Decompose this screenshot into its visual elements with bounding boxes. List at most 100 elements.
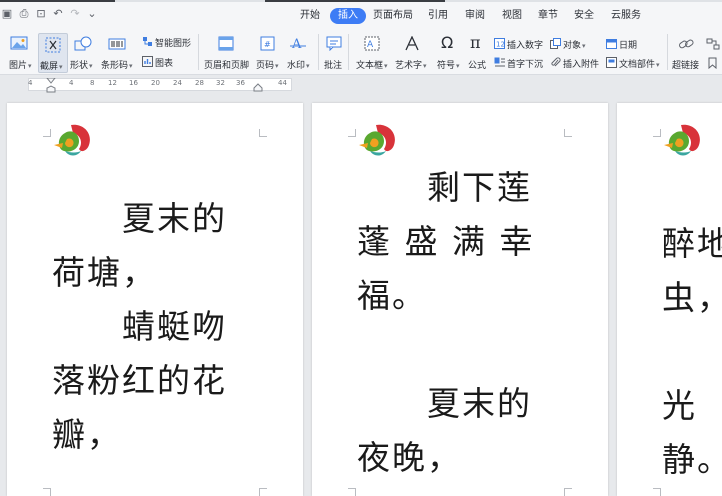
- print-icon[interactable]: ⎙: [17, 7, 31, 21]
- crop-mark-icon: [653, 488, 661, 496]
- wordart-icon: [405, 36, 419, 51]
- tab-security[interactable]: 安全: [574, 8, 594, 24]
- poem-line: 蓬 盛 满 幸: [357, 222, 535, 261]
- textbox-label: 文本框: [356, 61, 384, 71]
- poem-text-page-1[interactable]: 夏末的 荷塘， 蜻蜓吻 落粉红的花 瓣，: [52, 192, 227, 462]
- page-number-icon: #: [260, 36, 275, 51]
- document-page-1[interactable]: 夏末的 荷塘， 蜻蜓吻 落粉红的花 瓣，: [7, 103, 303, 496]
- crop-mark-icon: [259, 129, 267, 137]
- comment-icon: [326, 36, 342, 51]
- tab-insert[interactable]: 插入: [330, 8, 366, 24]
- crop-mark-icon: [43, 488, 51, 496]
- ruler-number: 8: [90, 79, 95, 87]
- tab-cloud-service[interactable]: 云服务: [611, 8, 641, 24]
- ribbon-divider: [348, 34, 349, 70]
- insert-number-label: 插入数字: [507, 41, 544, 51]
- ruler-number: 12: [108, 79, 117, 87]
- tab-view[interactable]: 视图: [502, 8, 522, 24]
- scissors-icon: [45, 37, 61, 53]
- crop-mark-icon: [653, 129, 661, 137]
- object-icon: [550, 38, 561, 49]
- poem-line: 夜晚，: [357, 438, 462, 477]
- header-footer-label: 页眉和页脚: [204, 61, 250, 71]
- bird-logo-icon: [664, 124, 700, 156]
- tab-home[interactable]: 开始: [300, 8, 320, 24]
- crop-mark-icon: [564, 488, 572, 496]
- tab-references[interactable]: 引用: [428, 8, 448, 24]
- poem-line: 夏末的: [52, 199, 227, 238]
- poem-line: 静。: [662, 440, 722, 479]
- page-number-label: 页码: [256, 61, 275, 71]
- calendar-icon: [606, 39, 617, 49]
- quick-access-more-icon[interactable]: ⌄: [85, 7, 99, 21]
- svg-text:12: 12: [496, 41, 505, 49]
- smart-shape-icon: [143, 37, 152, 46]
- crop-mark-icon: [564, 129, 572, 137]
- ruler-number: 4: [28, 79, 33, 87]
- bookmark-icon: [708, 57, 717, 69]
- document-page-3[interactable]: 醉地 虫， 光 静。: [617, 103, 722, 496]
- svg-text:#: #: [264, 40, 271, 49]
- dropcap-icon: [494, 57, 505, 67]
- tab-page-layout[interactable]: 页面布局: [373, 8, 413, 24]
- right-indent-marker-icon[interactable]: [252, 83, 264, 92]
- picture-icon: [10, 36, 28, 50]
- insert-number-icon: 12: [494, 38, 505, 49]
- poem-line: 福。: [357, 276, 427, 315]
- ribbon-divider: [667, 34, 668, 70]
- svg-text:A: A: [291, 37, 302, 51]
- formula-label: 公式: [468, 61, 487, 71]
- tab-review[interactable]: 审阅: [465, 8, 485, 24]
- symbol-label: 符号: [437, 61, 456, 71]
- poem-text-page-3[interactable]: 醉地 虫， 光 静。: [662, 217, 722, 487]
- ruler-number: 24: [173, 79, 182, 87]
- poem-text-page-2[interactable]: 剩下莲 蓬 盛 满 幸 福。 夏末的 夜晚，: [357, 161, 534, 485]
- indent-marker-icon[interactable]: [44, 78, 58, 93]
- crop-mark-icon: [348, 129, 356, 137]
- poem-line: 醉地: [662, 224, 722, 263]
- wordart-label: 艺术字: [395, 61, 423, 71]
- ribbon-divider: [318, 34, 319, 70]
- undo-icon[interactable]: ↶: [51, 7, 65, 21]
- svg-text:A: A: [367, 40, 374, 50]
- ruler-number: 44: [278, 79, 287, 87]
- barcode-label: 条形码: [101, 61, 129, 71]
- ruler-number: 20: [151, 79, 160, 87]
- shape-icon: [74, 36, 92, 51]
- watermark-label: 水印: [287, 61, 306, 71]
- barcode-icon: [108, 38, 126, 50]
- screenshot-button[interactable]: 截屏▾: [38, 33, 68, 73]
- document-page-2[interactable]: 剩下莲 蓬 盛 满 幸 福。 夏末的 夜晚，: [312, 103, 608, 496]
- print-preview-icon[interactable]: ⊡: [34, 7, 48, 21]
- save-icon[interactable]: ▣: [0, 7, 14, 21]
- dropcap-label: 首字下沉: [507, 60, 544, 70]
- ruler-number: 28: [195, 79, 204, 87]
- poem-line: 瓣，: [52, 415, 122, 454]
- menu-tab-bar: ▣ ⎙ ⊡ ↶ ↷ ⌄ 开始 插入 页面布局 引用 审阅 视图 章节 安全 云服…: [0, 2, 722, 30]
- bird-logo-icon: [54, 124, 90, 156]
- ruler-number: 16: [129, 79, 138, 87]
- poem-line: 剩下莲: [357, 168, 532, 207]
- hyperlink-label: 超链接: [672, 61, 700, 71]
- omega-icon: Ω: [441, 33, 454, 52]
- attachment-label: 插入附件: [563, 60, 600, 70]
- watermark-icon: A: [290, 37, 306, 51]
- crop-mark-icon: [259, 488, 267, 496]
- crop-mark-icon: [43, 129, 51, 137]
- poem-line: 虫，: [662, 278, 722, 317]
- screenshot-label: 截屏: [40, 62, 59, 72]
- crop-mark-icon: [348, 488, 356, 496]
- poem-line: 落粉红的花: [52, 361, 227, 400]
- picture-label: 图片: [9, 61, 28, 71]
- textbox-icon: A: [364, 36, 380, 51]
- tab-sections[interactable]: 章节: [538, 8, 558, 24]
- redo-icon[interactable]: ↷: [68, 7, 82, 21]
- ruler-number: 4: [69, 79, 74, 87]
- date-label: 日期: [619, 41, 638, 51]
- horizontal-ruler[interactable]: 4 4 8 12 16 20 24 28 32 36 44: [0, 75, 722, 93]
- poem-line: 光: [662, 386, 697, 425]
- paperclip-icon: [551, 57, 561, 67]
- doc-parts-icon: [606, 57, 617, 68]
- poem-line: 荷塘，: [52, 253, 157, 292]
- ruler-number: 36: [236, 79, 245, 87]
